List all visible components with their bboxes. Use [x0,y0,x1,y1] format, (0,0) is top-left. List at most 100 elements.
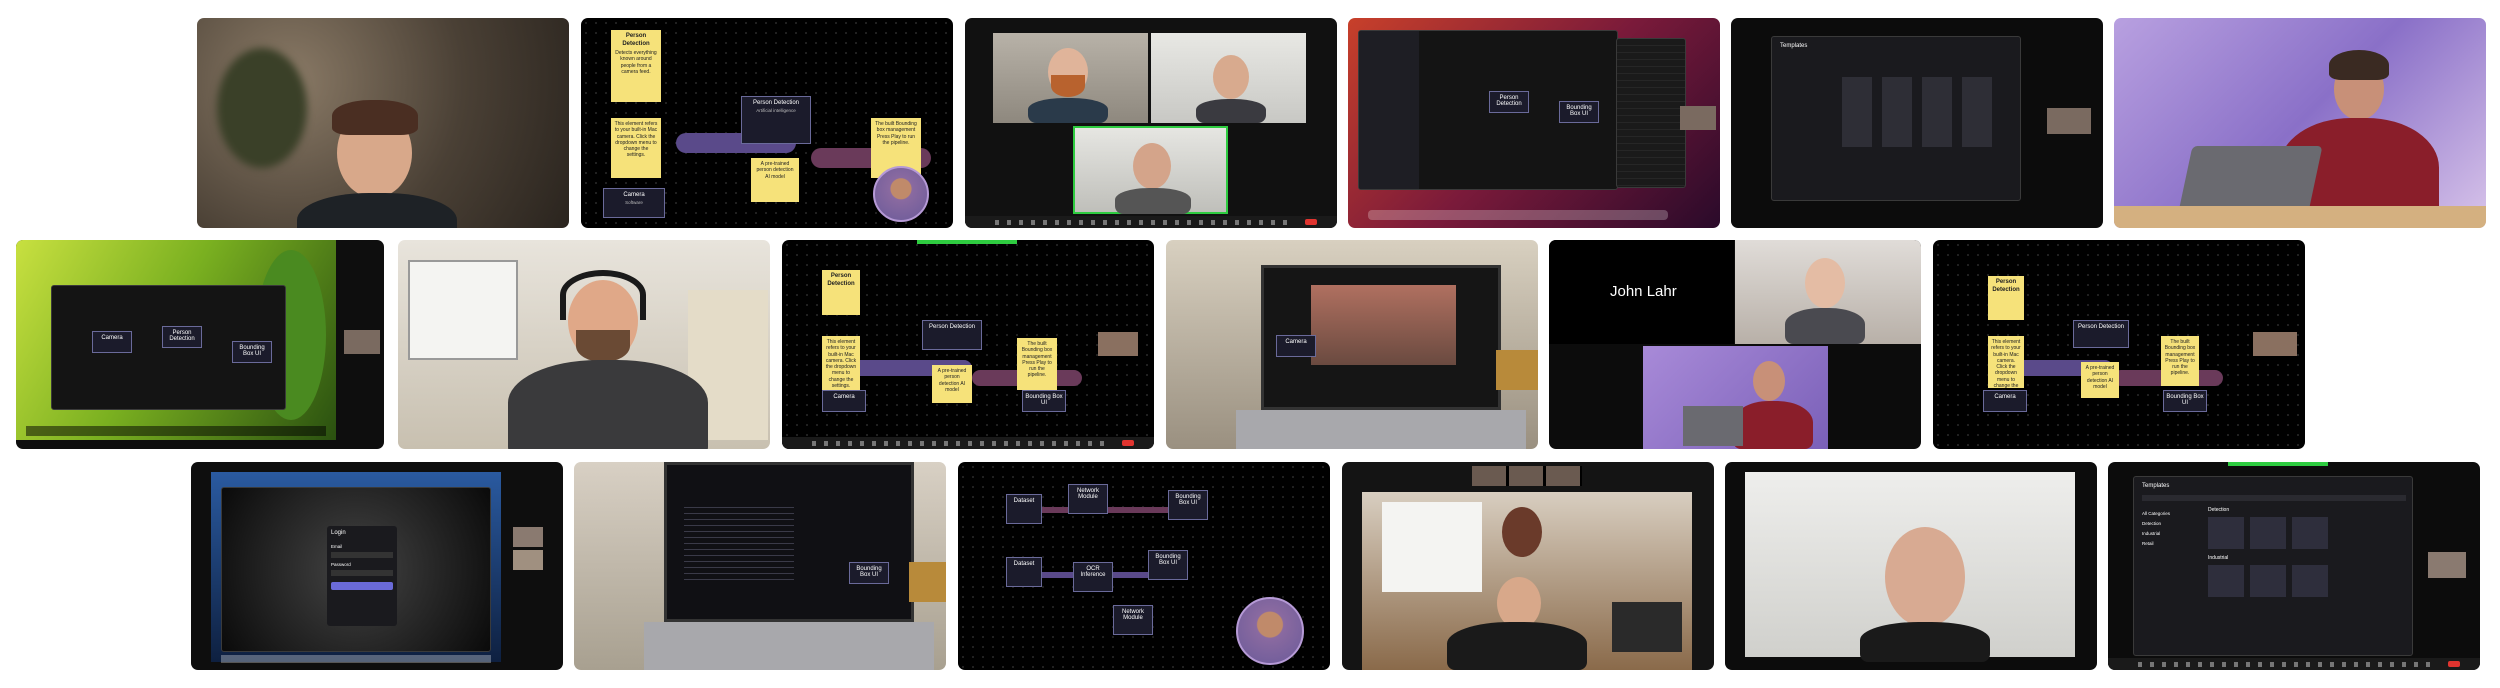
sign [909,562,946,602]
app-node-c[interactable]: Bounding Box UI [232,341,272,363]
sticky-person-detection: Person Detection Detects everything know… [611,30,661,102]
person-head [1885,527,1965,627]
node-network-b[interactable]: Network Module [1113,605,1153,635]
gallery-cell-glasses [1073,126,1228,214]
tile-pipeline-pip: Person Detection This element refers to … [1933,240,2305,449]
node-person-detection[interactable]: Person Detection Artificial intelligence [741,96,811,144]
node-camera[interactable]: Camera [1983,390,2027,412]
sticky-text: Detects everything known around people f… [615,50,657,75]
meeting-toolbar [2108,658,2480,670]
terminal-text [684,502,794,582]
node-network[interactable]: Network Module [1068,484,1108,514]
template-row-a[interactable] [2208,517,2328,549]
monitor [1612,602,1682,652]
templates-side-b[interactable]: Detection [2142,521,2161,526]
sticky-person-detection: Person Detection [1988,276,2024,320]
end-call-icon[interactable] [1305,219,1317,225]
templates-side-c[interactable]: Industrial [2142,531,2160,536]
node-bbox[interactable]: Bounding Box UI [2163,390,2207,412]
sticky-text: This element refers to your built-in Mac… [825,339,857,389]
app-node-b[interactable]: Person Detection [162,326,202,348]
node-dataset-b[interactable]: Dataset [1006,557,1042,587]
templates-side-d[interactable]: Retail [2142,541,2154,546]
node-title: Bounding Box UI [856,566,882,578]
app-node-right[interactable]: Bounding Box UI [1559,101,1599,123]
password-label: Password [331,562,351,567]
pip-avatar [873,166,929,222]
app-window: Camera Person Detection Bounding Box UI [51,285,286,410]
node-title: Bounding Box UI [1175,494,1201,506]
node-bbox[interactable]: Bounding Box UI [849,562,889,584]
person-torso [297,193,457,228]
toolbar-buttons[interactable] [812,441,1112,446]
node-title: Camera [1285,339,1307,345]
dock[interactable] [221,655,491,663]
sticky-person-detection: Person Detection [822,270,860,315]
pip-video [1680,106,1716,130]
tile-woman-whiteboard [1342,462,1714,670]
login-window: Login Email Password [221,487,491,652]
email-field[interactable] [331,552,393,558]
toolbar-buttons[interactable] [2138,662,2438,667]
share-indicator [2228,462,2328,466]
templates-side-a[interactable]: All Categories [2142,511,2170,516]
node-camera[interactable]: Camera Software [603,188,665,218]
beard [576,330,630,362]
node-title: Network Module [1076,488,1099,500]
tile-laptop-video-call: Camera [1166,240,1538,449]
sticky-camera-note: This element refers to your built-in Mac… [1988,336,2024,395]
app-node-left[interactable]: Person Detection [1489,91,1529,113]
sign [1496,350,1538,390]
top-gallery [1472,466,1582,486]
password-field[interactable] [331,570,393,576]
dock[interactable] [1368,210,1668,220]
pip-video [2047,108,2091,134]
sticky-text: A pre-trained person detection AI model [756,161,794,180]
toolbar-buttons[interactable] [995,220,1295,225]
person-head [1753,361,1785,401]
templates-section-b: Industrial [2208,555,2229,561]
node-person-detection[interactable]: Person Detection [922,320,982,350]
node-bbox[interactable]: Bounding Box UI [1022,390,1066,412]
tile-man-laptop-purple [2114,18,2486,228]
sticky-text: This element refers to your built-in Mac… [1991,339,2021,395]
template-grid[interactable] [1842,77,2002,147]
node-title: Bounding Box UI [1025,394,1063,406]
call-video [1311,285,1456,365]
node-ocr[interactable]: OCR Inference [1073,562,1113,592]
desk [2114,206,2486,228]
gallery-cell-blonde [1735,240,1921,344]
sticky-title: Person Detection [622,33,650,47]
node-person-detection[interactable]: Person Detection [2073,320,2129,348]
sticky-bbox: The built Bounding box management Press … [2161,336,2199,386]
login-button[interactable] [331,582,393,590]
keyboard [644,622,934,670]
tile-gallery-three [965,18,1337,228]
app-node-a[interactable]: Camera [92,331,132,353]
pip-video-a [513,527,543,547]
person-torso [1196,99,1266,123]
tile-desktop-green: Camera Person Detection Bounding Box UI [16,240,384,449]
sticky-bbox: The built Bounding box management Press … [1017,338,1057,390]
templates-search[interactable] [2142,495,2406,501]
template-row-b[interactable] [2208,565,2328,597]
node-camera[interactable]: Camera [1276,335,1316,357]
templates-section-a: Detection [2208,507,2230,513]
person-hair [332,100,418,135]
end-call-icon[interactable] [2448,661,2460,667]
tile-pipeline-share: Person Detection This element refers to … [782,240,1154,449]
sticky-text: The built Bounding box management Press … [2164,339,2196,377]
dock[interactable] [26,426,326,436]
node-camera[interactable]: Camera [822,390,866,412]
node-dataset-a[interactable]: Dataset [1006,494,1042,524]
person-head [1213,55,1249,99]
node-title: Person Detection [2077,324,2125,330]
node-bbox-a[interactable]: Bounding Box UI [1168,490,1208,520]
sticky-text: The built Bounding box management Press … [875,121,917,146]
tile-templates-window: Templates [1731,18,2103,228]
sticky-text: A pre-trained person detection AI model [937,368,967,393]
tile-laptop-code: Bounding Box UI [574,462,946,670]
keyboard [1236,410,1526,449]
end-call-icon[interactable] [1122,440,1134,446]
node-bbox-b[interactable]: Bounding Box UI [1148,550,1188,580]
